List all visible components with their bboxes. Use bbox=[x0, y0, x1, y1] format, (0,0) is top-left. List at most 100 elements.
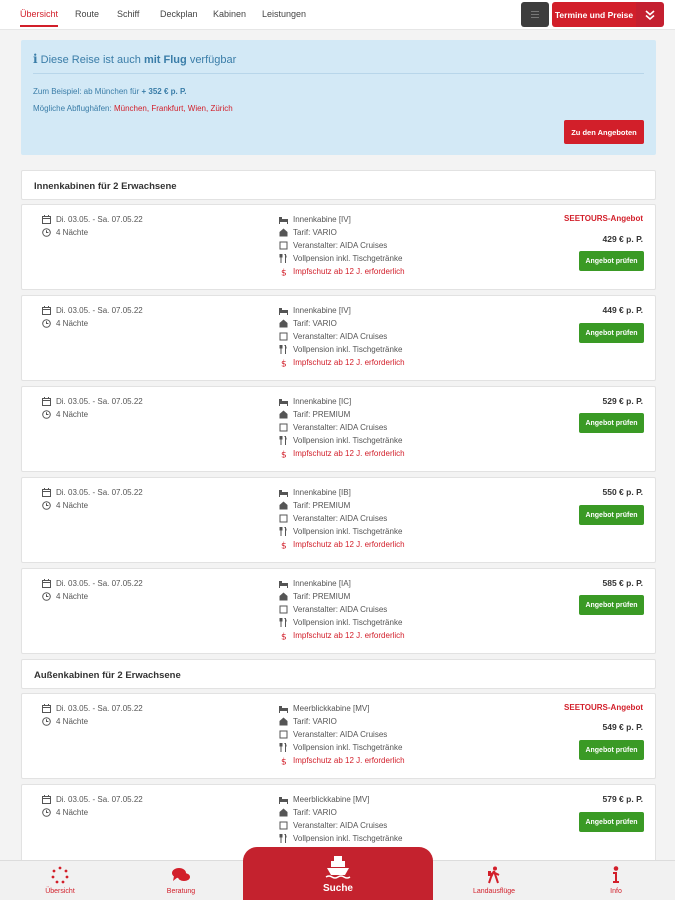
offer-nights: 4 Nächte bbox=[56, 592, 89, 601]
offer-operator: Veranstalter: AIDA Cruises bbox=[293, 514, 388, 523]
offer-nights: 4 Nächte bbox=[56, 319, 89, 328]
svg-text:$: $ bbox=[281, 542, 287, 550]
cutlery-icon bbox=[279, 254, 288, 263]
check-offer-button[interactable]: Angebot prüfen bbox=[579, 740, 644, 760]
calendar-icon bbox=[42, 397, 51, 406]
cutlery-icon bbox=[279, 834, 288, 843]
offer-cabin: Innenkabine [IA] bbox=[293, 579, 351, 588]
dollar-icon: $ bbox=[279, 631, 288, 641]
calendar-icon bbox=[42, 579, 51, 588]
offer-card: Di. 03.05. - Sa. 07.05.22 4 Nächte Innen… bbox=[21, 295, 656, 381]
offer-tariff: Tarif: VARIO bbox=[293, 319, 337, 328]
menu-bar-icon bbox=[531, 17, 539, 18]
tab-deckplan[interactable]: Deckplan bbox=[160, 9, 198, 19]
menu-bar-icon bbox=[531, 14, 539, 15]
dots-circle-icon bbox=[51, 866, 69, 884]
bed-icon bbox=[279, 215, 288, 224]
tab-leistungen[interactable]: Leistungen bbox=[262, 9, 306, 19]
special-offer-badge: SEETOURS-Angebot bbox=[564, 214, 643, 223]
menu-toggle-button[interactable] bbox=[521, 2, 549, 27]
tab-schiff[interactable]: Schiff bbox=[117, 9, 139, 19]
offer-tariff: Tarif: PREMIUM bbox=[293, 501, 351, 510]
bottom-nav-beratung[interactable]: Beratung bbox=[141, 861, 221, 900]
airports-list: München, Frankfurt, Wien, Zürich bbox=[113, 104, 233, 113]
offer-notice: Impfschutz ab 12 J. erforderlich bbox=[293, 540, 405, 549]
offer-operator: Veranstalter: AIDA Cruises bbox=[293, 821, 388, 830]
dollar-icon: $ bbox=[279, 540, 288, 550]
bottom-nav-uebersicht[interactable]: Übersicht bbox=[20, 861, 100, 900]
cutlery-icon bbox=[279, 527, 288, 536]
offer-board: Vollpension inkl. Tischgetränke bbox=[293, 436, 403, 445]
clock-icon bbox=[42, 228, 51, 237]
tag-icon bbox=[279, 717, 288, 726]
bottom-nav-landausfluege[interactable]: Landausflüge bbox=[454, 861, 534, 900]
tab-kabinen[interactable]: Kabinen bbox=[213, 9, 246, 19]
offer-notice: Impfschutz ab 12 J. erforderlich bbox=[293, 631, 405, 640]
dollar-icon: $ bbox=[279, 756, 288, 766]
square-icon bbox=[279, 605, 288, 614]
cutlery-icon bbox=[279, 743, 288, 752]
svg-text:$: $ bbox=[281, 360, 287, 368]
bottom-nav-label: Suche bbox=[322, 883, 353, 894]
special-offer-badge: SEETOURS-Angebot bbox=[564, 703, 643, 712]
flight-title-suffix: verfügbar bbox=[189, 54, 237, 66]
offer-date: Di. 03.05. - Sa. 07.05.22 bbox=[56, 488, 143, 497]
bottom-nav-suche[interactable]: Suche bbox=[243, 847, 433, 900]
offer-card: Di. 03.05. - Sa. 07.05.22 4 Nächte Innen… bbox=[21, 386, 656, 472]
tag-icon bbox=[279, 501, 288, 510]
offer-cabin: Meerblickkabine [MV] bbox=[293, 704, 370, 713]
airports-label: Mögliche Abflughäfen: bbox=[33, 104, 112, 113]
check-offer-button[interactable]: Angebot prüfen bbox=[579, 251, 644, 271]
svg-text:$: $ bbox=[281, 451, 287, 459]
offer-date: Di. 03.05. - Sa. 07.05.22 bbox=[56, 579, 143, 588]
offer-date: Di. 03.05. - Sa. 07.05.22 bbox=[56, 397, 143, 406]
clock-icon bbox=[42, 592, 51, 601]
tab-route[interactable]: Route bbox=[75, 9, 99, 19]
square-icon bbox=[279, 241, 288, 250]
clock-icon bbox=[42, 717, 51, 726]
bottom-nav-info[interactable]: Info bbox=[576, 861, 656, 900]
offer-tariff: Tarif: VARIO bbox=[293, 717, 337, 726]
termine-expand-button[interactable] bbox=[636, 2, 664, 27]
flight-airports-text: Mögliche Abflughäfen: München, Frankfurt… bbox=[33, 104, 233, 113]
offer-cabin: Meerblickkabine [MV] bbox=[293, 795, 370, 804]
offer-tariff: Tarif: PREMIUM bbox=[293, 410, 351, 419]
offer-tariff: Tarif: PREMIUM bbox=[293, 592, 351, 601]
offer-price: 429 € p. P. bbox=[602, 234, 643, 244]
svg-text:$: $ bbox=[281, 633, 287, 641]
square-icon bbox=[279, 423, 288, 432]
check-offer-button[interactable]: Angebot prüfen bbox=[579, 812, 644, 832]
check-offer-button[interactable]: Angebot prüfen bbox=[579, 413, 644, 433]
offer-date: Di. 03.05. - Sa. 07.05.22 bbox=[56, 704, 143, 713]
clock-icon bbox=[42, 410, 51, 419]
offer-card: Di. 03.05. - Sa. 07.05.22 4 Nächte Innen… bbox=[21, 204, 656, 290]
check-offer-button[interactable]: Angebot prüfen bbox=[579, 595, 644, 615]
bottom-nav-label: Info bbox=[610, 888, 622, 895]
offer-price: 585 € p. P. bbox=[602, 578, 643, 588]
bed-icon bbox=[279, 704, 288, 713]
tag-icon bbox=[279, 228, 288, 237]
offer-board: Vollpension inkl. Tischgetränke bbox=[293, 527, 403, 536]
check-offer-button[interactable]: Angebot prüfen bbox=[579, 323, 644, 343]
calendar-icon bbox=[42, 215, 51, 224]
info-icon bbox=[613, 866, 619, 883]
section-title: Außenkabinen für 2 Erwachsene bbox=[34, 670, 181, 681]
offer-price: 549 € p. P. bbox=[602, 722, 643, 732]
termine-und-preise-button[interactable]: Termine und Preise bbox=[552, 2, 636, 27]
tag-icon bbox=[279, 410, 288, 419]
offer-price: 579 € p. P. bbox=[602, 794, 643, 804]
offer-operator: Veranstalter: AIDA Cruises bbox=[293, 605, 388, 614]
dollar-icon: $ bbox=[279, 267, 288, 277]
offer-cabin: Innenkabine [IV] bbox=[293, 306, 351, 315]
dollar-icon: $ bbox=[279, 449, 288, 459]
double-chevron-down-icon bbox=[645, 9, 655, 20]
flight-title-prefix: Diese Reise ist auch bbox=[40, 54, 141, 66]
to-offers-button[interactable]: Zu den Angeboten bbox=[564, 120, 644, 144]
flight-example-price: + 352 € p. P. bbox=[141, 87, 187, 96]
check-offer-button[interactable]: Angebot prüfen bbox=[579, 505, 644, 525]
square-icon bbox=[279, 821, 288, 830]
offer-cabin: Innenkabine [IV] bbox=[293, 215, 351, 224]
tab-uebersicht[interactable]: Übersicht bbox=[20, 9, 59, 27]
offer-nights: 4 Nächte bbox=[56, 808, 89, 817]
offer-card: Di. 03.05. - Sa. 07.05.22 4 Nächte Innen… bbox=[21, 477, 656, 563]
